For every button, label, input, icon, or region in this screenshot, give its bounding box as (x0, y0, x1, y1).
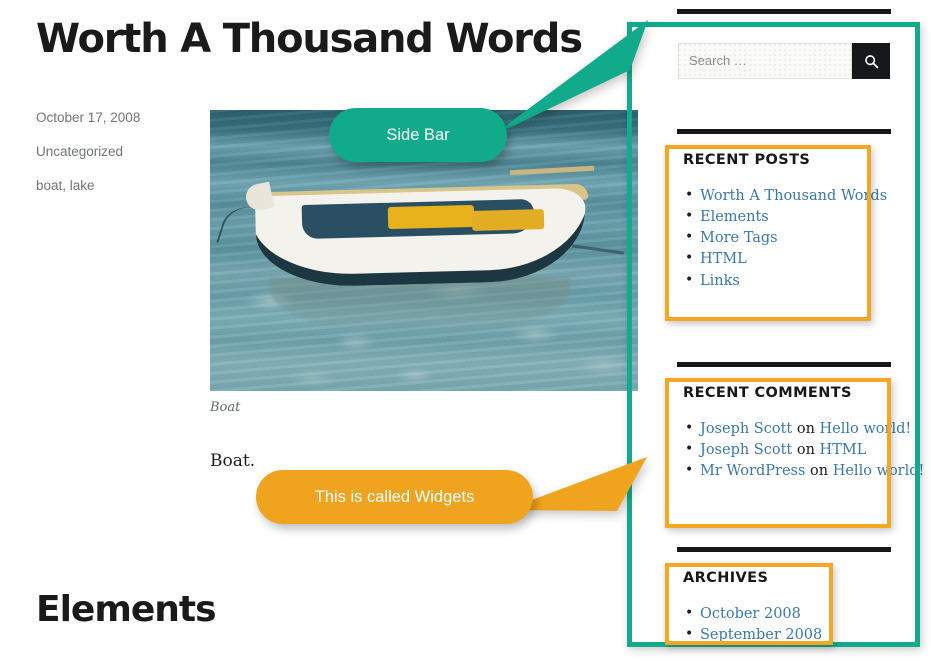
widget-archives: ARCHIVES October 2008 September 2008 (683, 570, 863, 647)
comment-on-label: on (796, 421, 815, 437)
post-meta: October 17, 2008 Uncategorized boat, lak… (36, 110, 196, 212)
sidebar-callout-tail (492, 20, 648, 136)
widget-title-recent-posts: RECENT POSTS (683, 152, 811, 168)
search-input[interactable]: Search … (678, 43, 852, 79)
post-body: Boat. (210, 451, 256, 471)
divider-search (677, 129, 891, 134)
comment-on-label: on (796, 442, 815, 459)
list-item: Links (683, 270, 883, 292)
comment-on-label: on (810, 463, 829, 480)
list-item: More Tags (683, 227, 883, 249)
recent-post-link[interactable]: Worth A Thousand Words (700, 188, 887, 204)
widget-title-archives: ARCHIVES (683, 570, 769, 586)
comment-author-link[interactable]: Joseph Scott (700, 421, 792, 437)
widgets-callout: This is called Widgets (256, 470, 533, 524)
sidebar-callout: Side Bar (329, 108, 507, 162)
list-item: October 2008 (683, 603, 863, 625)
post-date: October 17, 2008 (36, 110, 141, 125)
divider-top (677, 9, 891, 14)
recent-post-link[interactable]: More Tags (700, 230, 778, 246)
list-item: September 2008 (683, 624, 863, 646)
comment-post-link[interactable]: Hello world! (833, 463, 925, 479)
image-caption: Boat (210, 400, 241, 415)
post-tags[interactable]: boat, lake (36, 178, 196, 195)
recent-post-link[interactable]: HTML (700, 251, 747, 267)
list-item: Mr WordPress on Hello world! (683, 460, 924, 482)
comment-author-link[interactable]: Joseph Scott (700, 442, 792, 458)
boat-seat-front (387, 204, 475, 230)
widget-title-recent-comments: RECENT COMMENTS (683, 385, 852, 401)
search-widget: Search … (678, 43, 890, 79)
recent-post-link[interactable]: Links (700, 273, 740, 289)
section-heading-elements: Elements (36, 589, 217, 630)
list-item: Joseph Scott on Hello world! (683, 418, 911, 440)
list-item: Worth A Thousand Words (683, 185, 887, 207)
widget-recent-posts: RECENT POSTS Worth A Thousand Words Elem… (683, 152, 887, 292)
recent-posts-list: Worth A Thousand Words Elements More Tag… (683, 185, 887, 292)
divider-comments (677, 547, 891, 552)
archives-list: October 2008 September 2008 (683, 603, 863, 646)
page-root: Worth A Thousand Words October 17, 2008 … (0, 0, 931, 661)
archive-link[interactable]: October 2008 (700, 606, 801, 622)
widget-recent-comments: RECENT COMMENTS Joseph Scott on Hello wo… (683, 385, 924, 483)
list-item: Elements (683, 206, 883, 228)
sidebar: Search … RECENT POSTS Worth A Thousand W… (645, 0, 931, 661)
comment-author-link[interactable]: Mr WordPress (700, 463, 805, 479)
search-submit-button[interactable] (852, 43, 890, 79)
list-item: Joseph Scott on HTML (683, 439, 893, 461)
list-item: HTML (683, 248, 883, 270)
comment-post-link[interactable]: HTML (820, 442, 867, 458)
search-icon (864, 54, 878, 68)
comment-post-link[interactable]: Hello world! (820, 421, 912, 437)
archive-link[interactable]: September 2008 (700, 627, 822, 643)
recent-post-link[interactable]: Elements (700, 209, 769, 225)
boat-seat-rear (471, 209, 545, 231)
post-category[interactable]: Uncategorized (36, 144, 196, 161)
recent-comments-list: Joseph Scott on Hello world! Joseph Scot… (683, 418, 924, 482)
divider-posts (677, 362, 891, 367)
